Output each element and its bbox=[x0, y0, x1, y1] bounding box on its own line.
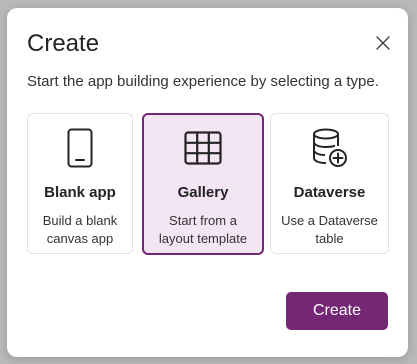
option-name: Dataverse bbox=[293, 184, 366, 201]
option-description: Build a blank canvas app bbox=[42, 213, 118, 246]
database-add-icon bbox=[271, 128, 388, 168]
create-button[interactable]: Create bbox=[286, 292, 388, 330]
grid-icon bbox=[144, 128, 262, 168]
app-type-options: Blank app Build a blank canvas app Galle… bbox=[27, 113, 389, 263]
dialog-subtitle: Start the app building experience by sel… bbox=[27, 73, 379, 90]
option-name: Blank app bbox=[44, 184, 116, 201]
create-dialog: Create Start the app building experience… bbox=[7, 8, 408, 357]
close-icon bbox=[376, 36, 390, 50]
option-name: Gallery bbox=[177, 184, 229, 201]
dialog-title: Create bbox=[27, 30, 100, 57]
option-description: Start from a layout template bbox=[158, 213, 248, 246]
option-dataverse[interactable]: Dataverse Use a Dataverse table bbox=[270, 113, 389, 254]
option-description: Use a Dataverse table bbox=[281, 213, 378, 246]
option-blank-app[interactable]: Blank app Build a blank canvas app bbox=[27, 113, 133, 254]
phone-icon bbox=[28, 128, 132, 168]
close-button[interactable] bbox=[371, 33, 395, 53]
option-gallery[interactable]: Gallery Start from a layout template bbox=[142, 113, 264, 255]
